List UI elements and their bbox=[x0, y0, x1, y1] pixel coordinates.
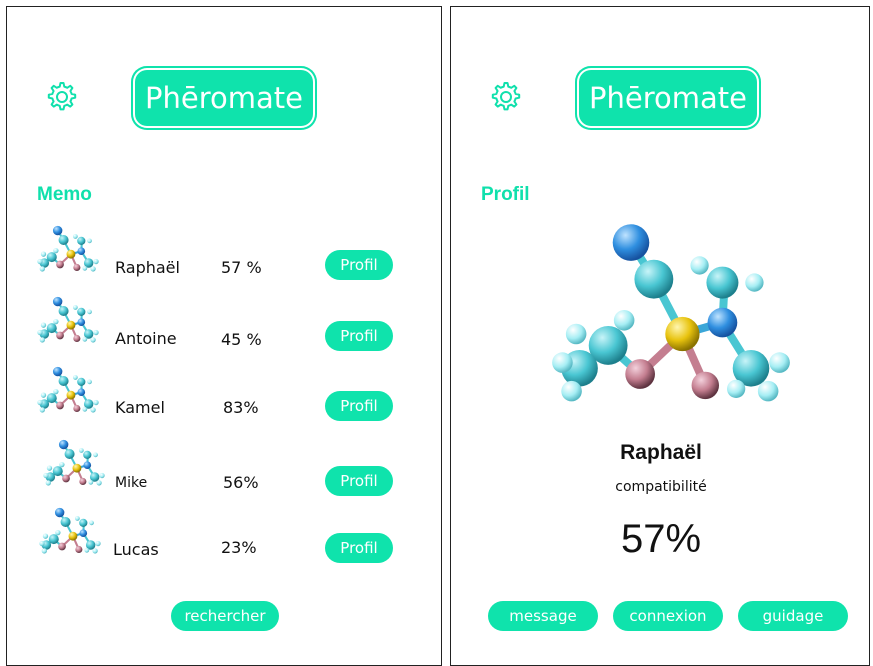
contact-name: Raphaël bbox=[115, 258, 180, 277]
molecule-image bbox=[37, 221, 99, 277]
compat-value: 57% bbox=[620, 517, 702, 561]
molecule-image bbox=[37, 292, 99, 348]
contact-name: Antoine bbox=[115, 329, 177, 348]
molecule-image bbox=[37, 362, 99, 418]
compat-label: compatibilité bbox=[615, 479, 707, 495]
molecule-image bbox=[39, 503, 101, 559]
compat-percent: 23% bbox=[221, 538, 257, 557]
profil-button[interactable]: Profil bbox=[325, 391, 393, 421]
gear-icon[interactable] bbox=[489, 80, 523, 114]
compat-percent: 83% bbox=[223, 398, 259, 417]
app-logo: Phēromate bbox=[131, 66, 317, 130]
profil-button[interactable]: Profil bbox=[325, 533, 393, 563]
memo-title: Memo bbox=[37, 184, 92, 205]
profil-button[interactable]: Profil bbox=[325, 321, 393, 351]
search-button[interactable]: rechercher bbox=[171, 601, 279, 631]
compat-percent: 56% bbox=[223, 473, 259, 492]
contact-name: Lucas bbox=[113, 540, 159, 559]
compat-percent: 57 % bbox=[221, 258, 262, 277]
profile-screen: Phēromate Profil Raphaël compatibilité 5… bbox=[450, 6, 870, 666]
molecule-image bbox=[43, 435, 105, 491]
profile-title: Profil bbox=[481, 184, 530, 205]
compat-percent: 45 % bbox=[221, 330, 262, 349]
profil-button[interactable]: Profil bbox=[325, 250, 393, 280]
connexion-button[interactable]: connexion bbox=[613, 601, 723, 631]
memo-screen: Phēromate Memo Raphaël 57 % Profil Antoi… bbox=[6, 6, 442, 666]
message-button[interactable]: message bbox=[488, 601, 598, 631]
contact-name: Kamel bbox=[115, 398, 165, 417]
molecule-image bbox=[551, 219, 791, 409]
contact-name: Mike bbox=[115, 475, 148, 491]
guidage-button[interactable]: guidage bbox=[738, 601, 848, 631]
app-logo: Phēromate bbox=[575, 66, 761, 130]
profile-name: Raphaël bbox=[620, 441, 702, 464]
profil-button[interactable]: Profil bbox=[325, 466, 393, 496]
gear-icon[interactable] bbox=[45, 80, 79, 114]
